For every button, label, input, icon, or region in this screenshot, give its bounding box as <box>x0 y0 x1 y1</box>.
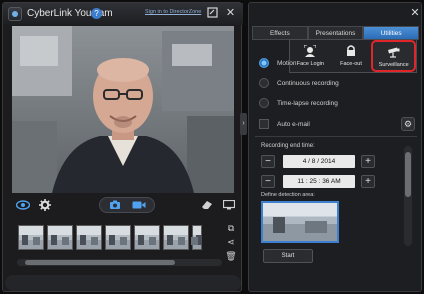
gear-icon[interactable] <box>37 197 53 213</box>
tab-effects[interactable]: Effects <box>252 26 308 40</box>
utilities-panel: ✕ Effects Presentations Utilities Face L… <box>248 2 422 292</box>
panel-tabs: Effects Presentations Utilities <box>252 26 420 40</box>
eraser-icon[interactable] <box>199 197 215 213</box>
share-icon[interactable]: ⋖ <box>225 237 237 251</box>
start-button[interactable]: Start <box>263 249 313 263</box>
auto-email-option[interactable]: Auto e-mail <box>259 119 310 129</box>
face-login-icon <box>304 45 317 57</box>
lock-icon <box>347 45 355 56</box>
motion-label: Motion <box>277 59 297 67</box>
panel-collapse-handle[interactable]: › <box>240 113 247 135</box>
continuous-recording-label: Continuous recording <box>277 79 339 87</box>
date-field[interactable]: 4 / 8 / 2014 <box>283 155 355 168</box>
face-out-label: Face-out <box>340 61 362 67</box>
close-icon[interactable]: ✕ <box>224 7 237 20</box>
date-increase-button[interactable]: + <box>361 155 375 168</box>
expand-icon[interactable]: ⧉ <box>225 223 237 237</box>
time-increase-button[interactable]: + <box>361 175 375 188</box>
filmstrip-scroll-thumb[interactable] <box>25 260 175 265</box>
filmstrip-tools: ⧉ ⋖ 🗑 <box>225 223 237 265</box>
recording-end-time-label: Recording end time: <box>261 143 315 149</box>
panel-scrollbar[interactable] <box>404 146 412 246</box>
media-thumbnail[interactable] <box>76 225 102 250</box>
detection-area-label: Define detection area: <box>261 192 315 198</box>
auto-email-label: Auto e-mail <box>277 120 310 128</box>
continuous-recording-option[interactable]: Continuous recording <box>259 78 339 88</box>
title-bar: CyberLink YouCam ? Sign in to DirectorZo… <box>3 3 243 25</box>
webcam-preview <box>12 26 234 193</box>
time-field[interactable]: 11 : 25 : 36 AM <box>283 175 355 188</box>
close-panel-icon[interactable]: ✕ <box>409 7 421 19</box>
face-out-option[interactable]: Face-out <box>331 40 372 72</box>
media-thumbnail[interactable] <box>18 225 44 250</box>
video-record-icon[interactable] <box>131 197 147 213</box>
help-icon[interactable]: ? <box>91 8 102 19</box>
continuous-recording-radio[interactable] <box>259 78 269 88</box>
captured-media-filmstrip <box>18 225 221 252</box>
email-settings-gear-icon[interactable]: ⚙ <box>401 117 415 131</box>
media-thumbnail[interactable] <box>163 225 189 250</box>
tab-utilities[interactable]: Utilities <box>363 26 420 40</box>
app-logo <box>8 7 22 21</box>
minimize-icon[interactable] <box>206 7 219 20</box>
snapshot-icon[interactable] <box>107 197 123 213</box>
eye-icon[interactable] <box>15 197 31 213</box>
surveillance-label: Surveillance <box>378 62 409 68</box>
media-thumbnail[interactable] <box>47 225 73 250</box>
divider <box>255 136 417 137</box>
time-decrease-button[interactable]: − <box>261 175 275 188</box>
time-lapse-radio[interactable] <box>259 98 269 108</box>
time-lapse-option[interactable]: Time-lapse recording <box>259 98 338 108</box>
detection-area-preview[interactable] <box>261 201 339 243</box>
auto-email-checkbox[interactable] <box>259 119 269 129</box>
signin-link[interactable]: Sign in to DirectorZone <box>145 9 201 15</box>
trash-icon[interactable]: 🗑 <box>225 251 237 265</box>
date-decrease-button[interactable]: − <box>261 155 275 168</box>
time-lapse-label: Time-lapse recording <box>277 99 338 107</box>
screen-icon[interactable] <box>221 197 237 213</box>
face-login-label: Face Login <box>296 61 324 67</box>
bottom-bar <box>5 275 241 291</box>
filmstrip-scrollbar[interactable] <box>17 259 222 266</box>
utilities-dropdown: Face Login Face-out Surveillance <box>289 39 417 73</box>
media-thumbnail[interactable] <box>191 225 202 250</box>
panel-scroll-thumb[interactable] <box>405 152 411 197</box>
surveillance-camera-icon <box>387 47 400 58</box>
capture-controls <box>3 197 243 217</box>
media-thumbnail[interactable] <box>105 225 131 250</box>
surveillance-option[interactable]: Surveillance <box>371 40 417 72</box>
motion-radio[interactable] <box>259 58 269 68</box>
media-thumbnail[interactable] <box>134 225 160 250</box>
tab-presentations[interactable]: Presentations <box>307 26 364 40</box>
capture-window: CyberLink YouCam ? Sign in to DirectorZo… <box>2 2 243 292</box>
motion-option[interactable]: Motion <box>259 58 297 68</box>
